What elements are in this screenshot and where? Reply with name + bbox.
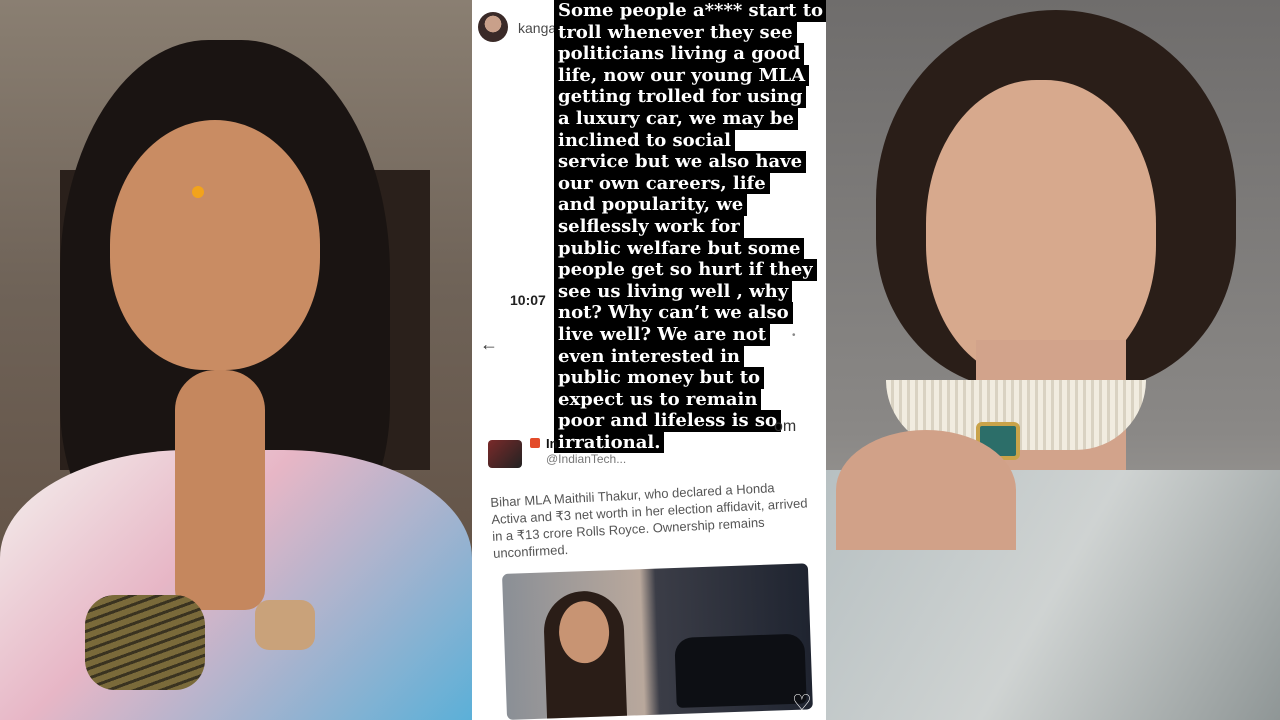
overlay-line: getting trolled for using: [554, 86, 807, 108]
overlay-line: service but we also have: [554, 151, 807, 173]
overlay-line: our own careers, life: [554, 172, 770, 195]
overlay-line: irrational.: [554, 431, 665, 454]
avatar[interactable]: [478, 12, 508, 42]
watch: [255, 600, 315, 650]
overlay-line: life, now our young MLA: [554, 64, 810, 87]
heart-icon[interactable]: ♡: [792, 690, 812, 716]
bindi: [192, 186, 204, 198]
right-photo-woman-choker: [826, 0, 1280, 720]
overlay-line: people get so hurt if they: [554, 259, 817, 281]
story-text-overlay: Some people a**** start to troll wheneve…: [554, 0, 826, 454]
overlay-line: Some people a**** start to: [554, 0, 826, 22]
left-photo-woman-namaste: [0, 0, 472, 720]
tweet-avatar[interactable]: [488, 440, 522, 468]
overlay-line: public welfare but some: [554, 237, 805, 260]
face: [926, 80, 1156, 380]
tweet-author-handle: @IndianTech...: [546, 452, 627, 466]
instagram-story-screenshot: kanganaranaut ✓ ▮ 10:07 ← • Some people …: [472, 0, 826, 720]
overlay-line: selflessly work for: [554, 215, 744, 238]
bangles: [85, 595, 205, 690]
overlay-line: inclined to social: [554, 129, 735, 152]
overlay-line: even interested in: [554, 345, 745, 368]
overlay-line: see us living well , why: [554, 280, 793, 303]
tweet-image-woman-and-rolls-royce: [502, 563, 813, 720]
overlay-line: not? Why can’t we also: [554, 302, 793, 324]
overlay-line: expect us to remain: [554, 388, 762, 411]
folded-hands: [175, 370, 265, 610]
tweet-source-badge-icon: [530, 438, 540, 448]
overlay-line: troll whenever they see: [554, 21, 797, 44]
tweet-trailing-fragment: om: [774, 418, 797, 435]
back-arrow-icon[interactable]: ←: [480, 334, 498, 355]
tweet-text: Bihar MLA Maithili Thakur, who declared …: [490, 480, 808, 561]
overlay-line: a luxury car, we may be: [554, 107, 798, 130]
tweet-author-name[interactable]: In: [546, 436, 558, 451]
overlay-line: poor and lifeless is so: [554, 410, 782, 432]
overlay-line: live well? We are not: [554, 323, 771, 346]
overlay-line: public money but to: [554, 367, 765, 389]
overlay-line: politicians living a good: [554, 43, 805, 65]
status-time: 10:07: [510, 292, 546, 308]
face: [110, 120, 320, 370]
shoulder: [836, 430, 1016, 550]
overlay-line: and popularity, we: [554, 194, 748, 216]
car-shape: [674, 633, 807, 708]
